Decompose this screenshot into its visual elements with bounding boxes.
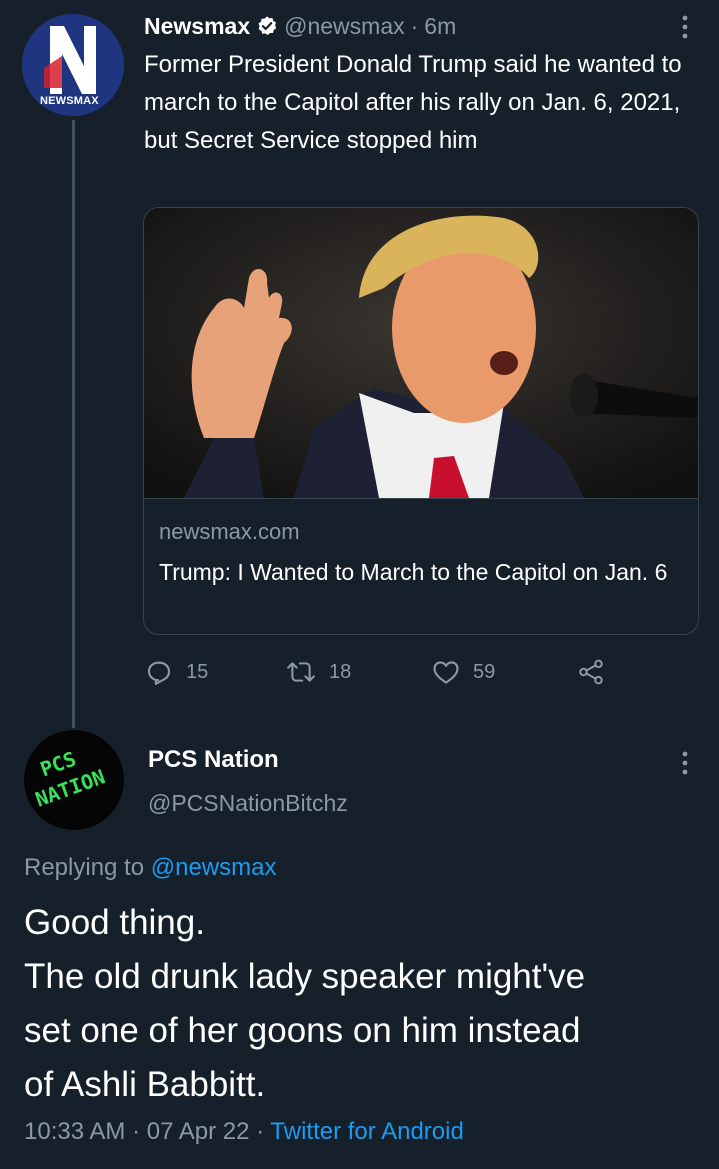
retweet-count: 18 — [329, 660, 352, 683]
replying-to-label: Replying to — [24, 854, 145, 881]
reply-text-line: The old drunk lady speaker might've — [24, 957, 586, 996]
card-body: newsmax.com Trump: I Wanted to March to … — [144, 498, 698, 634]
reply-date[interactable]: 07 Apr 22 — [147, 1118, 250, 1145]
share-icon — [576, 657, 606, 687]
card-domain: newsmax.com — [159, 519, 300, 544]
reply-more-options-icon[interactable] — [675, 748, 695, 778]
card-title: Trump: I Wanted to March to the Capitol … — [159, 559, 668, 585]
tweet-actions: 15 18 59 — [144, 652, 624, 692]
separator-dot: · — [410, 12, 419, 39]
reply-author-handle[interactable]: @PCSNationBitchz — [148, 790, 348, 817]
more-options-icon[interactable] — [675, 12, 695, 42]
reply-source[interactable]: Twitter for Android — [270, 1118, 463, 1145]
newsmax-avatar[interactable]: NEWSMAX — [22, 14, 124, 116]
meta-separator: · — [132, 1118, 141, 1145]
avatar-logo-text: NEWSMAX — [40, 95, 99, 107]
like-count: 59 — [473, 660, 496, 683]
replying-to-line: Replying to @newsmax — [24, 854, 276, 882]
verified-badge-icon — [256, 15, 278, 37]
reply-author-name[interactable]: PCS Nation — [148, 746, 279, 774]
pcs-nation-avatar[interactable]: PCS NATION — [24, 730, 124, 830]
replying-to-mention[interactable]: @newsmax — [151, 854, 277, 881]
reply-text: Good thing. The old drunk lady speaker m… — [24, 896, 704, 1112]
reply-text-line: Good thing. — [24, 903, 205, 942]
reply-count: 15 — [186, 660, 209, 683]
meta-separator: · — [256, 1118, 265, 1145]
reply-metadata: 10:33 AM · 07 Apr 22 · Twitter for Andro… — [24, 1118, 464, 1146]
retweet-button[interactable]: 18 — [285, 652, 351, 692]
tweet-text: Former President Donald Trump said he wa… — [144, 51, 682, 154]
reply-icon — [144, 657, 174, 687]
thread-connector-line — [72, 120, 75, 728]
link-card[interactable]: newsmax.com Trump: I Wanted to March to … — [143, 207, 699, 635]
card-image — [144, 208, 698, 498]
reply-text-line: of Ashli Babbitt. — [24, 1065, 266, 1104]
reply-text-line: set one of her goons on him instead — [24, 1011, 581, 1050]
tweet-header: Newsmax @newsmax · 6m — [144, 8, 456, 44]
reply-time[interactable]: 10:33 AM — [24, 1118, 125, 1145]
retweet-icon — [285, 657, 317, 687]
heart-icon — [431, 657, 461, 687]
author-handle[interactable]: @newsmax — [284, 13, 405, 40]
like-button[interactable]: 59 — [431, 652, 495, 692]
reply-button[interactable]: 15 — [144, 652, 208, 692]
timestamp[interactable]: 6m — [424, 13, 456, 40]
author-name[interactable]: Newsmax — [144, 13, 250, 40]
share-button[interactable] — [576, 652, 606, 692]
